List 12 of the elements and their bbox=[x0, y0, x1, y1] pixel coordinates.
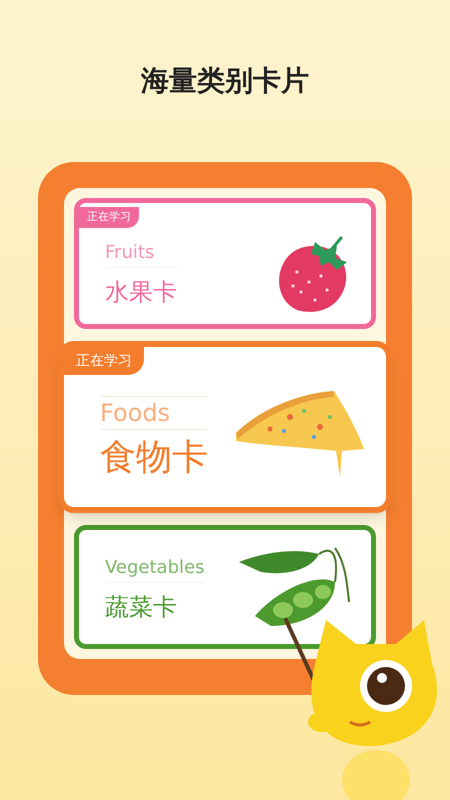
category-card[interactable]: 正在学习 Foods 食物卡 bbox=[58, 340, 392, 512]
category-card[interactable]: 正在学习 Fruits 水果卡 bbox=[74, 198, 376, 328]
category-label: 食物卡 bbox=[100, 438, 208, 478]
learning-tag: 正在学习 bbox=[64, 346, 144, 374]
category-label: 水果卡 bbox=[105, 277, 177, 308]
learning-tag: 正在学习 bbox=[79, 207, 139, 228]
english-label: Vegetables bbox=[105, 554, 204, 583]
category-card[interactable]: Vegetables 蔬菜卡 bbox=[74, 524, 376, 648]
page-title: 海量类别卡片 bbox=[141, 63, 309, 99]
english-label: Foods bbox=[100, 396, 208, 430]
category-label: 蔬菜卡 bbox=[105, 592, 178, 623]
english-label: Fruits bbox=[105, 239, 177, 268]
